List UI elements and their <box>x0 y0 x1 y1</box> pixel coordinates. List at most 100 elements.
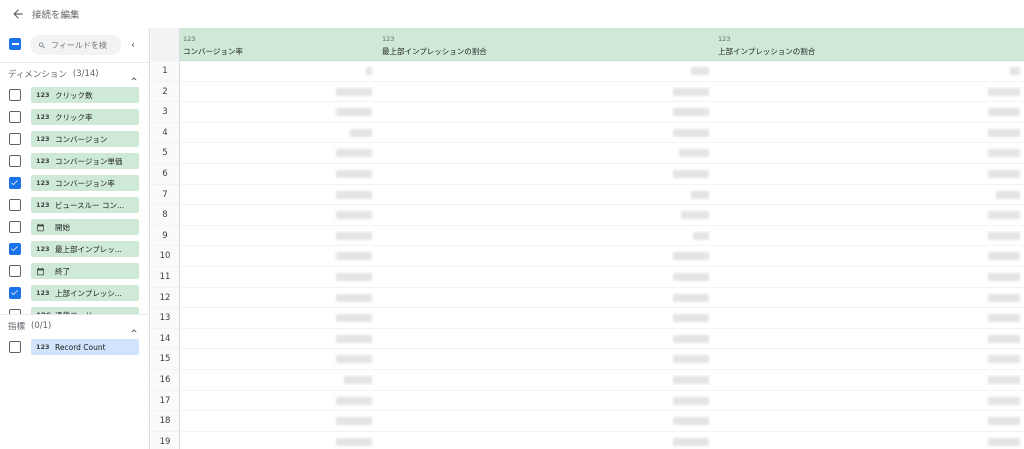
row-number: 3 <box>151 102 180 122</box>
field-row: 123 ビュースルー コン... <box>0 194 149 216</box>
column-header[interactable]: 123 上部インプレッションの割合 <box>715 28 1024 61</box>
row-number: 1 <box>151 61 180 81</box>
field-chip[interactable]: 123 コンバージョン率 <box>31 175 139 191</box>
row-number: 19 <box>151 431 180 449</box>
column-header[interactable]: 123 最上部インプレッションの割合 <box>379 28 715 61</box>
field-label: 開始 <box>55 222 70 232</box>
redacted-cell-value <box>366 67 372 75</box>
redacted-cell-value <box>344 376 372 384</box>
field-checkbox[interactable] <box>9 243 21 255</box>
sidebar-search-row <box>0 28 149 62</box>
redacted-cell-value <box>336 273 372 281</box>
field-checkbox[interactable] <box>9 133 21 145</box>
field-row: 123 クリック率 <box>0 106 149 128</box>
table-row: 11 <box>151 267 1024 288</box>
field-checkbox[interactable] <box>9 287 21 299</box>
redacted-cell-value <box>673 314 709 323</box>
redacted-cell-value <box>673 293 709 302</box>
search-icon <box>38 42 45 48</box>
field-chip[interactable]: 123 Record Count <box>31 339 139 355</box>
redacted-cell-value <box>673 170 709 178</box>
field-chip[interactable]: 123 ビュースルー コン... <box>31 197 139 213</box>
table-row: 6 <box>151 164 1024 185</box>
table-row: 7 <box>151 184 1024 206</box>
chevron-up-icon[interactable] <box>129 321 139 333</box>
select-all-checkbox[interactable] <box>9 38 21 50</box>
table-row: 12 <box>151 287 1024 309</box>
redacted-cell-value <box>693 231 709 240</box>
row-number: 16 <box>151 370 180 390</box>
field-chip[interactable]: 123 クリック数 <box>31 87 139 103</box>
redacted-cell-value <box>988 149 1020 158</box>
field-type-label: 123 <box>36 343 50 351</box>
field-checkbox[interactable] <box>9 199 21 211</box>
table-row: 19 <box>151 431 1024 449</box>
field-type-label: 123 <box>36 201 50 209</box>
row-number: 4 <box>151 122 180 143</box>
redacted-cell-value <box>673 437 709 446</box>
table-row: 8 <box>151 205 1024 226</box>
redacted-cell-value <box>336 87 372 96</box>
collapse-panel-button[interactable] <box>127 39 139 51</box>
redacted-cell-value <box>673 252 709 261</box>
metrics-section-header[interactable]: 指標 (0/1) <box>0 314 149 336</box>
redacted-cell-value <box>996 190 1020 199</box>
redacted-cell-value <box>988 314 1020 323</box>
table-row: 14 <box>151 328 1024 350</box>
table-row: 10 <box>151 246 1024 267</box>
field-chip[interactable]: 終了 <box>31 263 139 279</box>
redacted-cell-value <box>988 273 1020 281</box>
page-title: 接続を編集 <box>32 10 80 21</box>
field-checkbox[interactable] <box>9 177 21 189</box>
redacted-cell-value <box>673 87 709 96</box>
dimensions-section-header[interactable]: ディメンション (3/14) <box>0 62 149 84</box>
field-chip[interactable]: 123 クリック率 <box>31 109 139 125</box>
redacted-cell-value <box>1010 67 1020 75</box>
redacted-cell-value <box>336 170 372 178</box>
field-checkbox[interactable] <box>9 89 21 101</box>
redacted-cell-value <box>988 128 1020 137</box>
row-number: 13 <box>151 308 180 328</box>
row-number: 15 <box>151 349 180 369</box>
field-chip[interactable]: ABC通貨コード <box>31 307 139 314</box>
back-arrow-icon[interactable] <box>6 2 30 26</box>
field-row: 123 コンバージョン単価 <box>0 150 149 172</box>
field-label: Record Count <box>55 342 106 352</box>
redacted-cell-value <box>988 376 1020 384</box>
field-chip[interactable]: 123 コンバージョン単価 <box>31 153 139 169</box>
redacted-cell-value <box>336 190 372 199</box>
field-checkbox[interactable] <box>9 265 21 277</box>
field-checkbox[interactable] <box>9 111 21 123</box>
field-sidebar: ディメンション (3/14) 123 クリック数 123 クリック率 123 コンバージョ… <box>0 28 150 449</box>
row-number: 12 <box>151 287 180 308</box>
search-box[interactable] <box>30 35 121 55</box>
field-chip[interactable]: 123 コンバージョン <box>31 131 139 147</box>
redacted-cell-value <box>673 355 709 364</box>
field-chip[interactable]: 開始 <box>31 219 139 235</box>
field-chip[interactable]: 123 最上部インプレッ... <box>31 241 139 257</box>
field-label: 最上部インプレッ... <box>55 244 122 254</box>
chevron-up-icon[interactable] <box>129 69 139 81</box>
table-row: 4 <box>151 122 1024 144</box>
column-header[interactable]: 123 コンバージョン率 <box>180 28 379 61</box>
field-checkbox[interactable] <box>9 221 21 233</box>
row-number: 18 <box>151 411 180 431</box>
field-chip[interactable]: 123 上部インプレッシ... <box>31 285 139 301</box>
redacted-cell-value <box>988 396 1020 405</box>
field-row: 123 コンバージョン率 <box>0 172 149 194</box>
top-bar: 接続を編集 <box>0 0 1024 28</box>
field-type-label: 123 <box>36 179 50 187</box>
row-number: 7 <box>151 184 180 205</box>
table-row: 5 <box>151 143 1024 164</box>
field-checkbox[interactable] <box>9 155 21 167</box>
field-checkbox[interactable] <box>9 341 21 353</box>
field-type-label: 123 <box>36 113 50 121</box>
redacted-cell-value <box>988 87 1020 96</box>
column-type: 123 <box>183 35 196 43</box>
search-input[interactable] <box>51 40 121 50</box>
column-name: 最上部インプレッションの割合 <box>382 47 487 56</box>
redacted-cell-value <box>673 417 709 426</box>
field-type-label: 123 <box>36 135 50 143</box>
field-type-label: 123 <box>36 245 50 253</box>
column-name: 上部インプレッションの割合 <box>718 47 816 56</box>
